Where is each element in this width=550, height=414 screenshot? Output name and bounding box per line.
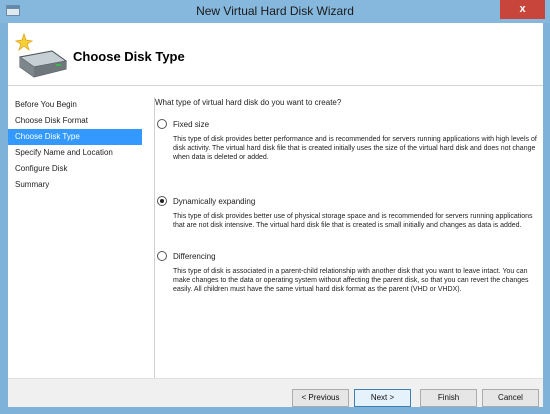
next-button[interactable]: Next > xyxy=(354,389,411,407)
fixed-size-description: This type of disk provides better perfor… xyxy=(173,136,537,161)
fixed-size-radio-row[interactable]: Fixed size xyxy=(155,118,543,130)
cancel-button[interactable]: Cancel xyxy=(482,389,539,407)
sidebar-item-specify-name-and-location[interactable]: Specify Name and Location xyxy=(8,145,142,161)
wizard-step-list: Before You Begin Choose Disk Format Choo… xyxy=(8,87,142,377)
option-fixed-size: Fixed size This type of disk provides be… xyxy=(155,118,543,162)
page-title: Choose Disk Type xyxy=(73,49,185,64)
sidebar-item-before-you-begin[interactable]: Before You Begin xyxy=(8,97,142,113)
sidebar-item-choose-disk-format[interactable]: Choose Disk Format xyxy=(8,113,142,129)
option-differencing: Differencing This type of disk is associ… xyxy=(155,250,543,294)
wizard-window: New Virtual Hard Disk Wizard x Choose Di… xyxy=(0,0,550,414)
differencing-radio-row[interactable]: Differencing xyxy=(155,250,543,262)
previous-button[interactable]: < Previous xyxy=(292,389,349,407)
finish-button[interactable]: Finish xyxy=(420,389,477,407)
option-dynamically-expanding: Dynamically expanding This type of disk … xyxy=(155,195,543,230)
differencing-label[interactable]: Differencing xyxy=(173,252,216,261)
differencing-description: This type of disk is associated in a par… xyxy=(173,268,529,293)
title-bar[interactable]: New Virtual Hard Disk Wizard x xyxy=(0,0,550,23)
differencing-radio[interactable] xyxy=(157,251,167,261)
window-title: New Virtual Hard Disk Wizard xyxy=(196,4,354,18)
close-button[interactable]: x xyxy=(500,0,545,19)
wizard-content: What type of virtual hard disk do you wa… xyxy=(155,87,543,377)
sidebar-item-summary[interactable]: Summary xyxy=(8,177,142,193)
sidebar-item-configure-disk[interactable]: Configure Disk xyxy=(8,161,142,177)
disk-type-question: What type of virtual hard disk do you wa… xyxy=(155,98,342,107)
dynamically-expanding-label[interactable]: Dynamically expanding xyxy=(173,197,255,206)
wizard-footer: < Previous Next > Finish Cancel xyxy=(8,378,543,407)
fixed-size-radio[interactable] xyxy=(157,119,167,129)
dynamically-expanding-radio[interactable] xyxy=(157,196,167,206)
sidebar-item-choose-disk-type[interactable]: Choose Disk Type xyxy=(8,129,142,145)
hard-disk-wizard-icon xyxy=(14,32,68,78)
dynamically-expanding-radio-row[interactable]: Dynamically expanding xyxy=(155,195,543,207)
fixed-size-label[interactable]: Fixed size xyxy=(173,120,209,129)
wizard-client: Choose Disk Type Before You Begin Choose… xyxy=(8,23,543,407)
dynamically-expanding-description: This type of disk provides better use of… xyxy=(173,213,533,229)
wizard-header: Choose Disk Type xyxy=(8,23,543,86)
